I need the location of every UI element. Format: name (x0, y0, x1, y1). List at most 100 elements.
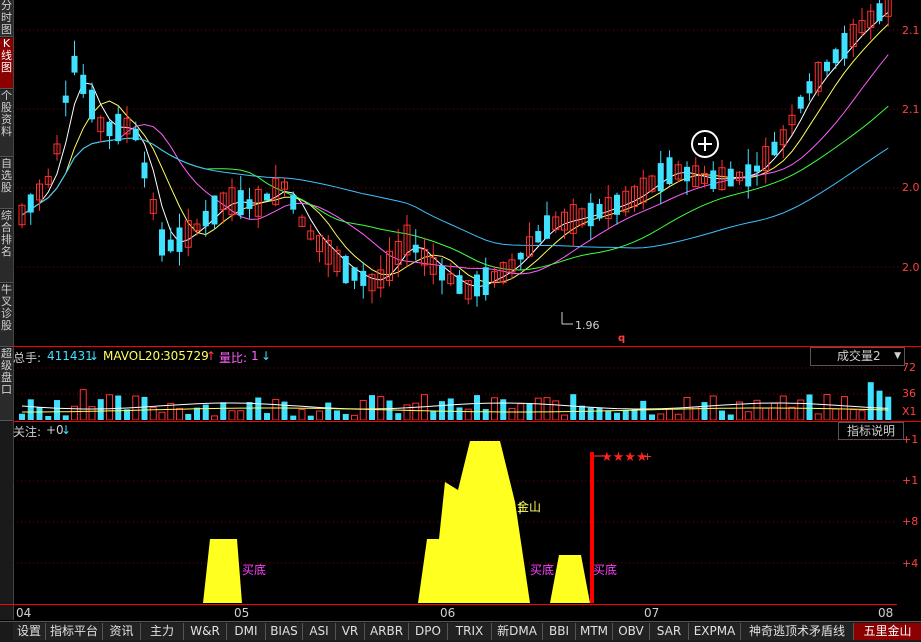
tab-obv[interactable]: OBV (613, 623, 650, 640)
tab-stock-info[interactable]: 个股资料 (0, 90, 13, 157)
volume-bar (325, 402, 332, 420)
volume-bar (605, 410, 612, 420)
volume-bar (474, 395, 480, 420)
tab-dmi[interactable]: DMI (227, 623, 266, 640)
volume-bar (552, 400, 560, 420)
volume-bar (106, 394, 113, 420)
tab-five-mile-gold-mountain[interactable]: 五里金山 (854, 623, 921, 640)
crosshair-cursor-icon (691, 130, 719, 158)
volume-bar (622, 409, 629, 420)
total-value: 411431 (47, 349, 93, 363)
indicator-chart: 金山 买底 买底 买底 ★★★★ + (13, 439, 897, 603)
volume-bar (867, 382, 874, 420)
volume-bar (727, 414, 734, 420)
candle-down (727, 168, 734, 187)
candlestick-chart[interactable]: 1.96 q (13, 0, 905, 346)
volume-bar (587, 407, 594, 420)
price-tick: 2.0 (902, 261, 920, 274)
tab-dpo[interactable]: DPO (409, 623, 448, 640)
date-tick: 05 (234, 606, 250, 620)
tab-timeshare[interactable]: 分时图 (0, 0, 13, 37)
date-tick: 08 (878, 606, 894, 620)
indicator-header: 关注: +0 ↓ (13, 421, 921, 439)
tab-arbr[interactable]: ARBR (365, 623, 409, 640)
volume-bar (202, 404, 209, 420)
low-price-label: 1.96 (575, 319, 600, 332)
candle-down (824, 61, 830, 72)
tab-mtm[interactable]: MTM (576, 623, 613, 640)
volume-bar (228, 410, 236, 420)
tab-news[interactable]: 资讯 (103, 623, 141, 640)
tab-bias[interactable]: BIAS (266, 623, 303, 640)
moving-average-lines (21, 11, 889, 288)
volume-bar (237, 410, 245, 420)
candle-down (535, 231, 542, 243)
volume-bar (194, 407, 200, 420)
buy-bottom-label: 买底 (530, 562, 554, 577)
tab-expma[interactable]: EXPMA (689, 623, 741, 640)
arrow-down-icon: ↓ (89, 349, 100, 363)
candle-down (754, 165, 760, 172)
tab-asi[interactable]: ASI (303, 623, 336, 640)
volume-bar (447, 398, 454, 420)
volume-bar (508, 407, 516, 420)
candle-down (657, 163, 664, 192)
volume-bar (491, 397, 498, 420)
tab-diagnose[interactable]: 牛叉诊股 (0, 284, 13, 347)
volume-bar (832, 408, 840, 420)
candle-down (71, 55, 78, 73)
tab-watchlist[interactable]: 自选股 (0, 158, 13, 209)
mavol-value: 305729 (163, 349, 209, 363)
volume-bar (701, 402, 708, 420)
tab-wr[interactable]: W&R (184, 623, 227, 640)
peak-label: 金山 (517, 499, 541, 514)
left-tab-bar: 分时图 K线图 个股资料 自选股 综合排名 牛叉诊股 超级盘口 (0, 0, 14, 620)
volume-bar (762, 407, 770, 420)
volume-bar (351, 414, 358, 420)
price-tick: 2.0 (902, 181, 920, 194)
volume-bar (849, 409, 857, 420)
volume-bar (298, 409, 306, 420)
volume-bar (561, 414, 568, 420)
volume-bar (771, 402, 778, 420)
volume-bar (185, 413, 192, 420)
tab-trix[interactable]: TRIX (448, 623, 492, 640)
tab-sar[interactable]: SAR (650, 623, 689, 640)
volume-bar (281, 401, 288, 420)
volume-tick: 36 (902, 387, 916, 400)
tab-kline[interactable]: K线图 (0, 38, 13, 89)
indicator-tick: +4 (902, 557, 919, 570)
candle-down (115, 113, 122, 142)
volume-indicator-value: 成交量2 (837, 349, 881, 363)
volume-bar (62, 415, 69, 420)
volume-bar (657, 413, 665, 420)
volume-tick: X1 (902, 405, 917, 418)
marker-q: q (618, 333, 625, 344)
tab-bbi[interactable]: BBI (543, 623, 576, 640)
tab-vr[interactable]: VR (336, 623, 365, 640)
candle-down (596, 204, 603, 219)
volume-bar (359, 399, 367, 420)
volume-header: 总手: 411431 ↓ MAVOL20: 305729 ↑ 量比: 1 ↓ (13, 346, 921, 365)
candle-down (167, 239, 174, 252)
tab-indicator-platform[interactable]: 指标平台 (46, 623, 103, 640)
tab-super-order[interactable]: 超级盘口 (0, 348, 13, 421)
volume-bar (45, 415, 52, 420)
candle-down (141, 162, 148, 179)
volume-bar (54, 400, 60, 420)
volume-bar (543, 397, 551, 420)
indicator-tick: +1 (902, 474, 919, 487)
tab-main-force[interactable]: 主力 (141, 623, 184, 640)
volume-bar (456, 407, 463, 420)
volume-bar (19, 413, 25, 420)
tab-escape-top-line[interactable]: 神奇逃顶术矛盾线 (741, 623, 854, 640)
tab-ranking[interactable]: 综合排名 (0, 210, 13, 283)
tab-new-dma[interactable]: 新DMA (492, 623, 543, 640)
volume-bar (246, 402, 253, 420)
volume-bar (482, 409, 489, 420)
tab-settings[interactable]: 设置 (13, 623, 46, 640)
volume-bar (744, 411, 752, 420)
volume-bar (570, 394, 577, 420)
volume-bar (316, 410, 323, 420)
ma60-line (21, 137, 889, 249)
